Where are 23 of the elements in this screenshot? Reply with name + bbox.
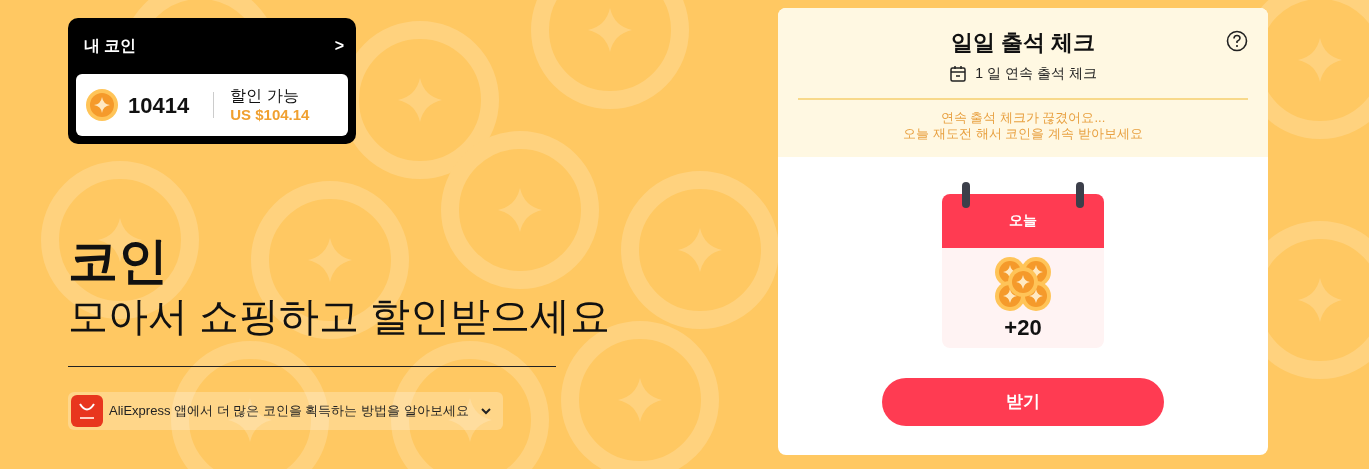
discount-value: US $104.14 (230, 105, 310, 124)
hero-title: 코인 (68, 236, 169, 286)
app-logo-icon (71, 395, 103, 427)
notice-text: 오늘 재도전 해서 코인을 계속 받아보세요 (902, 125, 1144, 142)
promo-banner[interactable]: AliExpress 앱에서 더 많은 코인을 획득하는 방법을 알아보세요 (68, 392, 503, 430)
reward-amount: +20 (1003, 314, 1043, 342)
coin-balance: 10414 (128, 91, 190, 120)
streak-text: 1 일 연속 출석 체크 (975, 64, 1097, 83)
promo-text: AliExpress 앱에서 더 많은 코인을 획득하는 방법을 알아보세요 (109, 402, 469, 421)
card-title: 내 코인 (84, 36, 137, 56)
background-coin-icon (531, 0, 689, 109)
claim-button[interactable]: 받기 (882, 378, 1164, 426)
coin-icon (86, 89, 118, 121)
hero-subtitle: 모아서 쇼핑하고 할인받으세요 (68, 294, 612, 338)
help-icon[interactable] (1226, 30, 1248, 52)
background-coin-icon (621, 171, 779, 329)
coin-card[interactable]: 내 코인 > 10414 할인 가능 US $104.14 (68, 18, 356, 144)
discount-label: 할인 가능 (230, 86, 300, 106)
chevron-icon[interactable]: > (334, 34, 344, 58)
calendar-header: 오늘 (942, 194, 1104, 248)
panel-title: 일일 출석 체크 (950, 30, 1096, 55)
notice-text: 연속 출석 체크가 끊겼어요... (939, 110, 1107, 126)
calendar-icon (949, 64, 968, 83)
